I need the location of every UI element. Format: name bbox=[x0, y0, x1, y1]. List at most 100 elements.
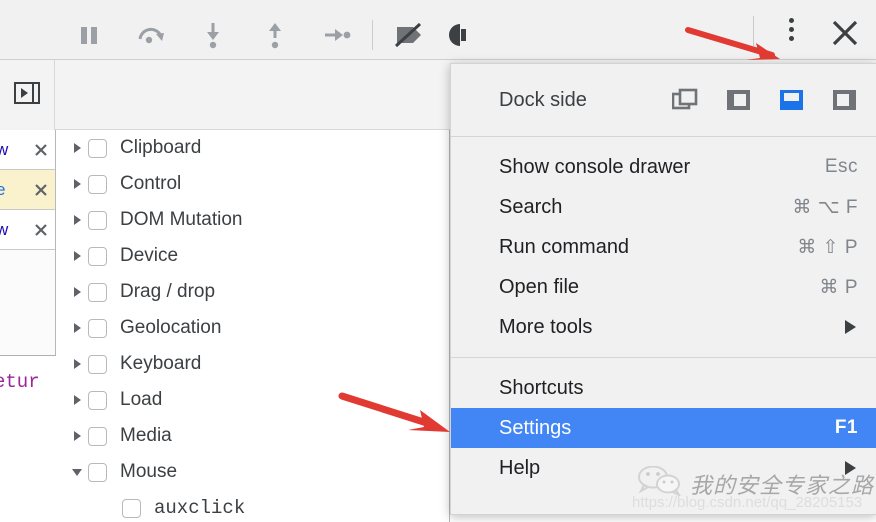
tree-item-keyboard[interactable]: Keyboard bbox=[56, 346, 449, 382]
list-item-label: w bbox=[0, 220, 8, 240]
code-keyword: etur bbox=[0, 371, 40, 393]
chevron-right-icon[interactable] bbox=[66, 178, 88, 190]
menu-item-label: Settings bbox=[499, 416, 572, 439]
search-menu-item[interactable]: Search ⌘ ⌥ F bbox=[451, 187, 876, 227]
run-command-menu-item[interactable]: Run command ⌘ ⇧ P bbox=[451, 227, 876, 267]
step-over-button[interactable] bbox=[128, 0, 174, 69]
checkbox[interactable] bbox=[88, 354, 107, 374]
tree-item-label: Mouse bbox=[120, 461, 178, 482]
checkbox[interactable] bbox=[88, 426, 107, 446]
list-item[interactable]: w bbox=[0, 130, 55, 170]
help-menu-item[interactable]: Help bbox=[451, 448, 876, 488]
tree-item-label: auxclick bbox=[154, 497, 246, 519]
menu-item-shortcut: F1 bbox=[834, 417, 858, 438]
dock-side-options bbox=[671, 86, 858, 114]
menu-item-shortcut: Esc bbox=[824, 156, 858, 177]
tree-item-label: Drag / drop bbox=[120, 281, 216, 302]
step-out-button[interactable] bbox=[252, 0, 298, 69]
close-icon[interactable] bbox=[33, 182, 49, 198]
list-item[interactable]: w bbox=[0, 210, 55, 250]
checkbox[interactable] bbox=[88, 210, 107, 230]
tree-item-label: Keyboard bbox=[120, 353, 202, 374]
kebab-dot bbox=[788, 27, 794, 32]
tree-item-control[interactable]: Control bbox=[56, 166, 449, 202]
checkbox[interactable] bbox=[88, 462, 107, 482]
chevron-right-icon[interactable] bbox=[66, 322, 88, 334]
show-console-drawer-menu-item[interactable]: Show console drawer Esc bbox=[451, 147, 876, 187]
tree-item-auxclick[interactable]: auxclick bbox=[56, 490, 449, 522]
checkbox[interactable] bbox=[88, 390, 107, 410]
undock-into-separate-window-button[interactable] bbox=[671, 86, 699, 114]
step-over-icon bbox=[136, 22, 166, 48]
kebab-dot bbox=[788, 18, 794, 23]
shortcuts-menu-item[interactable]: Shortcuts bbox=[451, 368, 876, 408]
dock-side-row: Dock side bbox=[451, 64, 876, 136]
source-code-fragment: etur bbox=[0, 355, 56, 522]
step-out-icon bbox=[263, 21, 287, 49]
tree-item-clipboard[interactable]: Clipboard bbox=[56, 130, 449, 166]
chevron-right-icon[interactable] bbox=[66, 214, 88, 226]
menu-item-label: Search bbox=[499, 195, 563, 218]
kebab-dot bbox=[788, 36, 794, 41]
list-item-label: e bbox=[0, 180, 5, 200]
submenu-arrow-icon bbox=[842, 459, 858, 477]
chevron-down-icon[interactable] bbox=[66, 466, 88, 478]
toolbar-separator bbox=[372, 20, 373, 50]
chevron-right-icon[interactable] bbox=[66, 250, 88, 262]
menu-item-shortcut: ⌘ P bbox=[819, 276, 858, 298]
menu-item-label: More tools bbox=[499, 315, 593, 338]
checkbox[interactable] bbox=[122, 498, 141, 518]
step-icon bbox=[322, 24, 352, 46]
show-navigator-icon bbox=[12, 78, 42, 113]
chevron-right-icon[interactable] bbox=[66, 358, 88, 370]
close-icon[interactable] bbox=[33, 142, 49, 158]
tree-item-device[interactable]: Device bbox=[56, 238, 449, 274]
list-item[interactable]: e bbox=[0, 170, 55, 210]
show-navigator-button[interactable] bbox=[0, 60, 55, 130]
tree-item-dom-mutation[interactable]: DOM Mutation bbox=[56, 202, 449, 238]
step-button[interactable] bbox=[314, 0, 360, 69]
checkbox[interactable] bbox=[88, 318, 107, 338]
checkbox[interactable] bbox=[88, 282, 107, 302]
pause-on-exceptions-icon bbox=[444, 21, 474, 49]
pause-icon bbox=[76, 22, 102, 48]
menu-item-shortcut: ⌘ ⇧ P bbox=[797, 236, 858, 258]
tree-item-label: Media bbox=[120, 425, 172, 446]
tree-item-media[interactable]: Media bbox=[56, 418, 449, 454]
close-icon[interactable] bbox=[828, 16, 862, 50]
tree-item-drag-drop[interactable]: Drag / drop bbox=[56, 274, 449, 310]
chevron-right-icon[interactable] bbox=[66, 394, 88, 406]
tree-item-label: DOM Mutation bbox=[120, 209, 243, 230]
submenu-arrow-icon bbox=[842, 318, 858, 336]
tree-item-label: Device bbox=[120, 245, 179, 266]
menu-spacer bbox=[451, 137, 876, 147]
tree-item-load[interactable]: Load bbox=[56, 382, 449, 418]
checkbox[interactable] bbox=[88, 246, 107, 266]
tree-item-mouse[interactable]: Mouse bbox=[56, 454, 449, 490]
open-file-menu-item[interactable]: Open file ⌘ P bbox=[451, 267, 876, 307]
menu-item-label: Run command bbox=[499, 235, 630, 258]
checkbox[interactable] bbox=[88, 174, 107, 194]
dock-to-bottom-button[interactable] bbox=[777, 86, 805, 114]
chevron-right-icon[interactable] bbox=[66, 142, 88, 154]
pause-on-exceptions-button[interactable] bbox=[436, 0, 482, 69]
chevron-right-icon[interactable] bbox=[66, 286, 88, 298]
menu-item-label: Help bbox=[499, 456, 541, 479]
dock-to-right-button[interactable] bbox=[830, 86, 858, 114]
tree-item-label: Load bbox=[120, 389, 163, 410]
pause-button[interactable] bbox=[66, 0, 112, 69]
devtools-main-menu: Dock side Show console drawer Esc Search… bbox=[450, 63, 876, 515]
settings-menu-item[interactable]: Settings F1 bbox=[451, 408, 876, 448]
close-icon[interactable] bbox=[33, 222, 49, 238]
menu-item-label: Open file bbox=[499, 275, 580, 298]
more-tools-menu-item[interactable]: More tools bbox=[451, 307, 876, 347]
tree-item-geolocation[interactable]: Geolocation bbox=[56, 310, 449, 346]
deactivate-breakpoints-button[interactable] bbox=[386, 0, 432, 69]
step-into-button[interactable] bbox=[190, 0, 236, 69]
tree-item-label: Control bbox=[120, 173, 182, 194]
kebab-menu-icon[interactable] bbox=[778, 18, 804, 44]
step-into-icon bbox=[201, 21, 225, 49]
checkbox[interactable] bbox=[88, 138, 107, 158]
dock-to-left-button[interactable] bbox=[724, 86, 752, 114]
chevron-right-icon[interactable] bbox=[66, 430, 88, 442]
